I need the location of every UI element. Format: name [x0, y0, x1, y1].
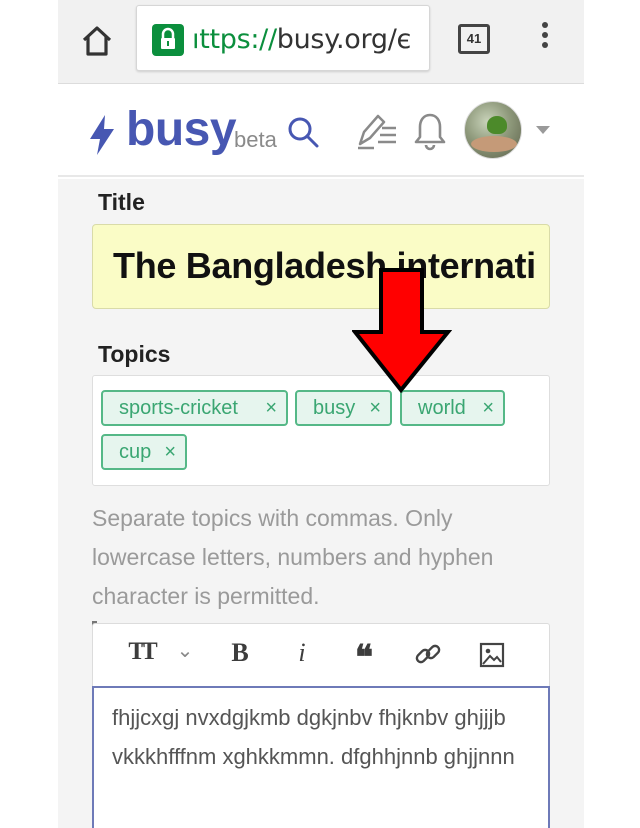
home-icon[interactable]: [80, 24, 114, 58]
topic-tag: busy ×: [295, 390, 392, 426]
topic-tag-label: sports-cricket: [119, 397, 238, 419]
user-avatar[interactable]: [464, 101, 522, 159]
notification-bell-icon[interactable]: [414, 111, 446, 151]
title-value: The Bangladesh internati: [113, 245, 536, 286]
url-host: busy.org/є: [276, 24, 412, 55]
lock-icon: [152, 24, 184, 56]
browser-toolbar: ıttps://busy.org/є 41: [58, 0, 584, 84]
topic-tag-label: busy: [313, 397, 356, 419]
title-label: Title: [98, 189, 145, 215]
chevron-down-icon[interactable]: ⌄: [175, 638, 195, 672]
remove-tag-icon[interactable]: ×: [369, 392, 381, 424]
link-icon[interactable]: [413, 638, 443, 672]
url-bar[interactable]: ıttps://busy.org/є: [136, 5, 430, 71]
write-post-icon[interactable]: [356, 112, 398, 150]
editor-form: Title The Bangladesh internati Topics sp…: [58, 179, 584, 828]
remove-tag-icon[interactable]: ×: [482, 392, 494, 424]
bold-button[interactable]: B: [227, 638, 253, 672]
remove-tag-icon[interactable]: ×: [164, 436, 176, 468]
remove-tag-icon[interactable]: ×: [265, 392, 277, 424]
quote-button[interactable]: ❝: [347, 638, 381, 677]
red-arrow-annotation: [352, 268, 452, 394]
phone-screen: ıttps://busy.org/є 41 busy beta Title Th…: [58, 0, 584, 828]
italic-button[interactable]: i: [291, 638, 313, 672]
url-scheme: ıttps://: [192, 24, 277, 55]
app-header: busy beta: [58, 85, 584, 177]
tab-switcher-button[interactable]: 41: [458, 24, 490, 54]
search-icon[interactable]: [286, 115, 320, 149]
topic-tag: sports-cricket ×: [101, 390, 288, 426]
image-icon[interactable]: [479, 638, 505, 672]
overflow-menu-icon[interactable]: [538, 22, 552, 56]
bolt-logo-icon[interactable]: [88, 115, 116, 155]
topic-tag: cup ×: [101, 434, 187, 470]
topics-help-text: Separate topics with commas. Only lowerc…: [92, 505, 494, 609]
editor-toolbar: TT ⌄ B i ❝: [92, 623, 550, 687]
title-input[interactable]: The Bangladesh internati: [92, 224, 550, 309]
topic-tag-label: world: [418, 397, 466, 419]
topics-label: Topics: [98, 341, 171, 367]
topic-tag-label: cup: [119, 441, 152, 463]
chevron-down-icon[interactable]: [536, 126, 550, 134]
post-body-text: fhjjcxgj nvxdgjkmb dgkjnbv fhjknbv ghjjj…: [112, 705, 515, 769]
brand-logo[interactable]: busy: [126, 102, 237, 158]
heading-button[interactable]: TT: [123, 638, 159, 672]
url-text: ıttps://busy.org/є: [192, 23, 411, 57]
topics-input[interactable]: sports-cricket × busy × world × cup ×: [92, 375, 550, 486]
beta-label: beta: [234, 127, 277, 152]
post-body-editor[interactable]: fhjjcxgj nvxdgjkmb dgkjnbv fhjknbv ghjjj…: [92, 686, 550, 828]
topic-tag: world ×: [400, 390, 505, 426]
